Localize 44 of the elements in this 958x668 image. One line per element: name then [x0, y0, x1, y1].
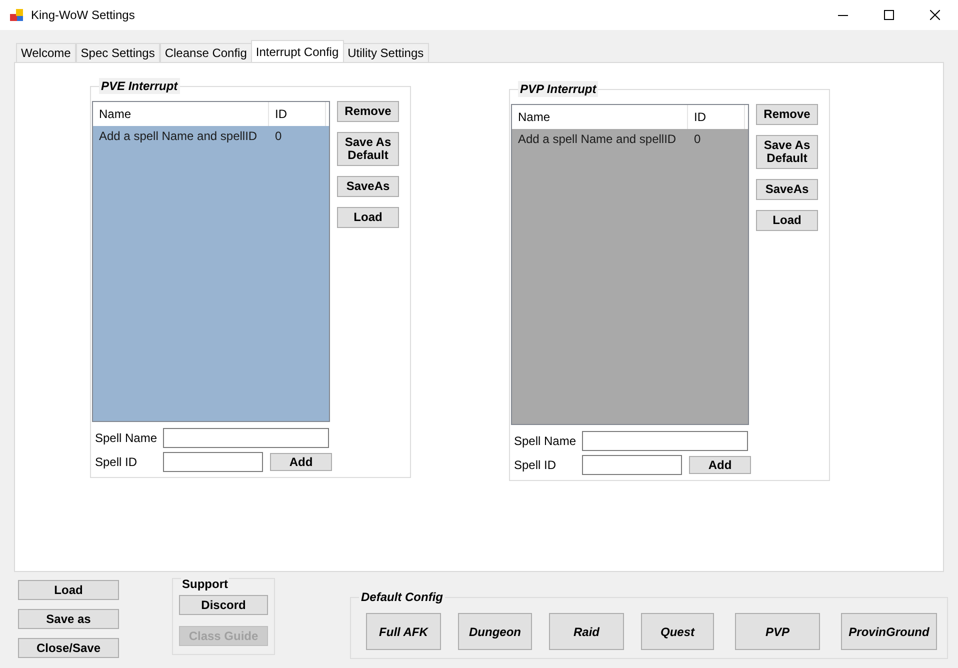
group-title: Support — [181, 577, 229, 591]
config-button[interactable]: Full AFK — [366, 613, 441, 650]
field-label: Spell Name — [514, 433, 574, 450]
list-cell-text: Add a spell Name and spellID — [98, 128, 258, 145]
minimize-icon — [838, 14, 848, 16]
window-title: King-WoW Settings — [31, 7, 135, 24]
field-label: Spell ID — [95, 454, 138, 471]
tab[interactable]: Spec Settings — [76, 43, 160, 62]
list-cell-text: 0 — [274, 128, 283, 145]
spell-id-input[interactable] — [582, 455, 682, 475]
file-button[interactable]: Load — [18, 580, 119, 600]
list-button[interactable]: Load — [337, 207, 399, 228]
config-button[interactable]: Dungeon — [458, 613, 532, 650]
app-icon — [9, 7, 25, 23]
add-button[interactable]: Add — [270, 453, 332, 471]
list-cell-text: Add a spell Name and spellID — [517, 131, 678, 148]
tab[interactable]: Interrupt Config — [250, 40, 344, 62]
field-label: Spell Name — [95, 430, 155, 447]
maximize-icon — [884, 10, 894, 20]
config-button[interactable]: PVP — [735, 613, 820, 650]
config-button[interactable]: ProvinGround — [841, 613, 937, 650]
list-button[interactable]: Remove — [337, 101, 399, 122]
field-label: Spell ID — [514, 457, 558, 474]
tab[interactable]: Welcome — [16, 43, 76, 62]
list-button[interactable]: Save As Default — [337, 132, 399, 166]
list-cell-text: 0 — [693, 131, 702, 148]
list-button[interactable]: SaveAs — [337, 176, 399, 197]
column-header[interactable]: Name — [93, 102, 269, 126]
file-button[interactable]: Close/Save — [18, 638, 119, 658]
file-button[interactable]: Save as — [18, 609, 119, 629]
tab[interactable]: Cleanse Config — [160, 43, 252, 62]
spell-id-input[interactable] — [163, 452, 263, 472]
config-button[interactable]: Raid — [549, 613, 624, 650]
support-button[interactable]: Discord — [179, 595, 268, 615]
config-button[interactable]: Quest — [641, 613, 714, 650]
close-icon — [930, 10, 940, 20]
group-title: Default Config — [359, 590, 445, 604]
group-title: PVP Interrupt — [518, 81, 598, 97]
tab[interactable]: Utility Settings — [342, 43, 429, 62]
spell-name-input[interactable] — [163, 428, 329, 448]
group-title: PVE Interrupt — [99, 78, 180, 94]
spell-list[interactable]: Name ID Add a spell Name and spellID 0 — [92, 101, 330, 422]
column-header[interactable]: ID — [269, 102, 326, 126]
spell-name-input[interactable] — [582, 431, 748, 451]
